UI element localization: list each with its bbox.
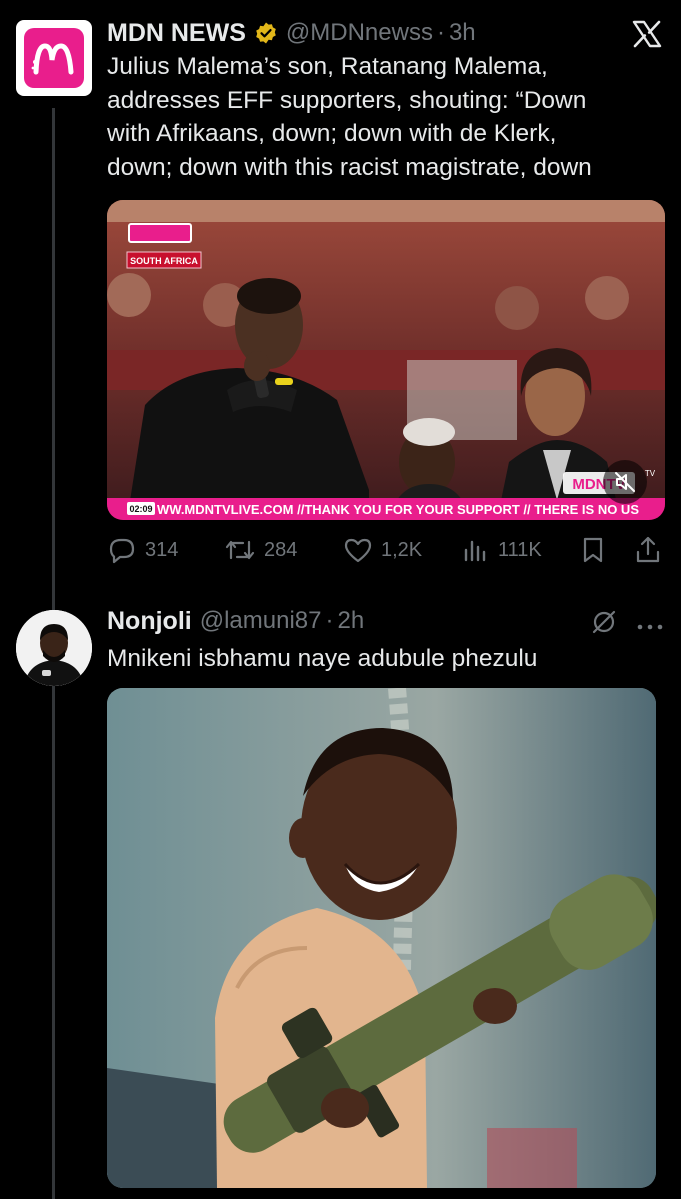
separator-dot: · — [436, 19, 445, 46]
reply-button[interactable]: 314 — [107, 536, 178, 564]
author-handle[interactable]: @lamuni87 — [200, 607, 322, 635]
repost-icon — [224, 536, 256, 564]
mute-icon — [613, 470, 637, 494]
photo-illustration — [107, 688, 656, 1188]
repost-count: 284 — [264, 538, 298, 561]
region-badge: SOUTH AFRICA — [130, 256, 198, 266]
tweet1-video[interactable]: SOUTH AFRICA MDNTV TV 02:09 WW.MDNTVLIVE… — [107, 200, 665, 520]
views-icon — [462, 536, 490, 564]
share-button[interactable] — [634, 535, 662, 565]
reply-icon — [107, 536, 137, 564]
video-timestamp: 02:09 — [129, 504, 152, 514]
avatar-nonjoli[interactable] — [16, 610, 92, 686]
tweet1-header: MDN NEWS @MDNnewss · 3h — [107, 16, 476, 50]
author-name[interactable]: Nonjoli — [107, 607, 192, 636]
like-icon — [343, 536, 373, 564]
grok-icon[interactable] — [590, 608, 618, 641]
author-handle[interactable]: @MDNnewss — [286, 19, 433, 47]
video-frame-illustration: SOUTH AFRICA MDNTV TV 02:09 WW.MDNTVLIVE… — [107, 200, 665, 520]
verified-badge-icon — [254, 21, 278, 45]
bookmark-button[interactable] — [580, 536, 606, 564]
tweet2-photo[interactable] — [107, 688, 656, 1188]
post-time[interactable]: 2h — [337, 607, 364, 635]
repost-button[interactable]: 284 — [224, 536, 297, 564]
share-icon — [634, 535, 662, 565]
more-icon[interactable] — [636, 618, 664, 636]
tweet2-text: Mnikeni isbhamu naye adubule phezulu — [107, 645, 538, 672]
avatar-photo — [16, 610, 92, 686]
views-button[interactable]: 111K — [462, 536, 542, 564]
mute-button[interactable] — [603, 460, 647, 504]
avatar-mdn-news[interactable] — [16, 20, 92, 96]
separator-dot: · — [325, 607, 334, 634]
views-count: 111K — [498, 538, 542, 561]
author-name[interactable]: MDN NEWS — [107, 19, 246, 48]
x-logo-icon — [632, 20, 662, 53]
bookmark-icon — [580, 536, 606, 564]
tweet1-text: Julius Malema’s son, Ratanang Malema, ad… — [107, 53, 592, 181]
like-button[interactable]: 1,2K — [343, 536, 422, 564]
reply-count: 314 — [145, 538, 179, 561]
post-time[interactable]: 3h — [449, 19, 476, 47]
mdn-logo — [24, 28, 84, 88]
tweet2-header: Nonjoli @lamuni87 · 2h — [107, 604, 364, 638]
like-count: 1,2K — [381, 538, 423, 561]
video-ticker: WW.MDNTVLIVE.COM //THANK YOU FOR YOUR SU… — [157, 502, 639, 517]
